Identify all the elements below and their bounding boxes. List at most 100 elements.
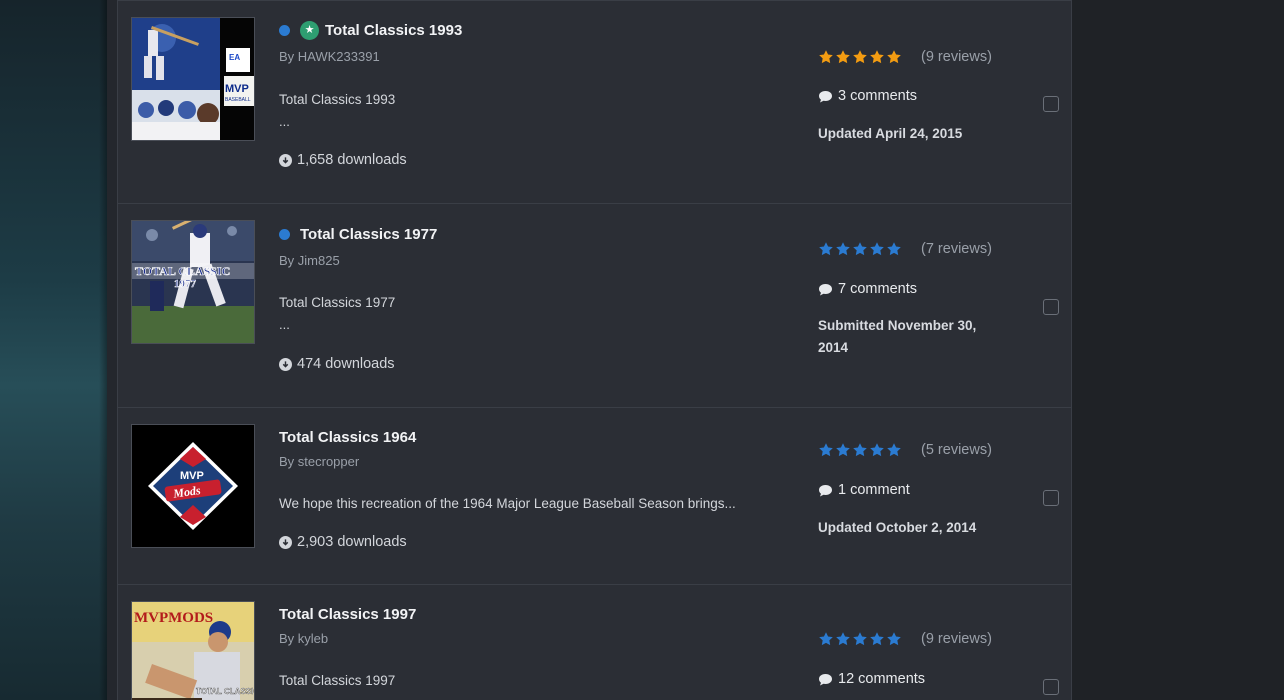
- item-title[interactable]: Total Classics 1964: [279, 429, 416, 446]
- download-list: EA MVP BASEBALL ★ Total Classics 1993 By…: [117, 0, 1072, 700]
- item-comments[interactable]: 12 comments: [818, 671, 925, 687]
- item-author[interactable]: By Jim825: [279, 253, 340, 268]
- item-rating: (9 reviews): [818, 631, 992, 647]
- item-title-line: Total Classics 1977: [279, 226, 437, 243]
- item-select-checkbox[interactable]: [1043, 96, 1059, 112]
- thumbnail-image: EA MVP BASEBALL: [132, 18, 254, 140]
- star-icon: [836, 443, 850, 457]
- item-thumbnail[interactable]: EA MVP BASEBALL: [131, 17, 255, 141]
- t1977-year: 1977: [174, 278, 197, 290]
- star-icon: [836, 50, 850, 64]
- item-downloads-label: 1,658 downloads: [297, 152, 407, 168]
- item-comments-label: 1 comment: [838, 482, 910, 498]
- list-item: MVPMODS TOTAL CLASSICS Total Classics 19…: [118, 585, 1071, 700]
- t1977-banner: TOTAL CLASSIC: [135, 264, 230, 278]
- item-rating: (5 reviews): [818, 442, 992, 458]
- item-date: Updated April 24, 2015: [818, 126, 963, 141]
- item-reviews[interactable]: (5 reviews): [921, 442, 992, 458]
- item-reviews[interactable]: (9 reviews): [921, 49, 992, 65]
- star-icon: [887, 632, 901, 646]
- item-rating: (7 reviews): [818, 241, 992, 257]
- thumbnail-image: MVPMODS TOTAL CLASSICS: [132, 602, 254, 700]
- background-right: [1072, 0, 1284, 700]
- item-comments-label: 12 comments: [838, 671, 926, 687]
- star-icon: [887, 50, 901, 64]
- download-icon: [279, 153, 292, 167]
- rating-stars: [818, 631, 902, 647]
- item-title[interactable]: Total Classics 1997: [279, 606, 416, 623]
- item-downloads: 2,903 downloads: [279, 534, 407, 550]
- item-reviews[interactable]: (7 reviews): [921, 241, 992, 257]
- item-comments[interactable]: 3 comments: [818, 88, 917, 104]
- item-downloads-label: 474 downloads: [297, 356, 395, 372]
- item-author[interactable]: By stecropper: [279, 454, 359, 469]
- star-icon: [887, 443, 901, 457]
- star-icon: [819, 443, 833, 457]
- rating-stars: [818, 49, 902, 65]
- comment-icon: [819, 90, 832, 102]
- t1993-sub-text: BASEBALL: [225, 97, 251, 103]
- item-title-line: ★ Total Classics 1993: [279, 21, 462, 40]
- item-date: Submitted November 30, 2014: [818, 318, 977, 355]
- comment-icon: [819, 283, 832, 295]
- t1993-brand: EA: [229, 53, 240, 62]
- download-icon: [279, 357, 292, 371]
- star-icon: [853, 242, 867, 256]
- t1997-top: MVPMODS: [134, 610, 213, 626]
- thumbnail-image: MVP Mods: [132, 425, 254, 547]
- star-icon: [819, 50, 833, 64]
- list-item: TOTAL CLASSIC 1977 Total Classics 1977 B…: [118, 204, 1071, 408]
- item-author[interactable]: By HAWK233391: [279, 49, 380, 64]
- comment-icon: [819, 484, 832, 496]
- item-comments[interactable]: 7 comments: [818, 281, 917, 297]
- star-icon: [836, 632, 850, 646]
- t1993-logo-text: MVP: [225, 83, 249, 95]
- star-icon: [819, 632, 833, 646]
- star-icon: [836, 242, 850, 256]
- item-select-checkbox[interactable]: [1043, 679, 1059, 695]
- thumbnail-image: TOTAL CLASSIC 1977: [132, 221, 254, 343]
- star-icon: [853, 632, 867, 646]
- star-icon: [870, 443, 884, 457]
- item-select-checkbox[interactable]: [1043, 299, 1059, 315]
- item-rating: (9 reviews): [818, 49, 992, 65]
- featured-star-icon: ★: [300, 21, 319, 40]
- star-icon: [870, 632, 884, 646]
- item-comments[interactable]: 1 comment: [818, 482, 910, 498]
- item-date: Updated October 2, 2014: [818, 520, 977, 535]
- item-title-line: Total Classics 1964: [279, 429, 416, 446]
- item-snippet: Total Classics 1977: [279, 295, 396, 310]
- comment-icon: [819, 673, 832, 685]
- item-downloads: 474 downloads: [279, 356, 395, 372]
- star-icon: [870, 50, 884, 64]
- rating-stars: [818, 241, 902, 257]
- star-icon: [853, 443, 867, 457]
- item-snippet: We hope this recreation of the 1964 Majo…: [279, 496, 736, 511]
- item-comments-label: 3 comments: [838, 88, 917, 104]
- star-icon: [887, 242, 901, 256]
- item-snippet: Total Classics 1997: [279, 673, 396, 688]
- star-icon: [819, 242, 833, 256]
- unread-dot-icon: [279, 25, 290, 36]
- item-thumbnail[interactable]: TOTAL CLASSIC 1977: [131, 220, 255, 344]
- download-icon: [279, 535, 292, 549]
- star-icon: [870, 242, 884, 256]
- item-snippet: Total Classics 1993: [279, 92, 396, 107]
- item-title[interactable]: Total Classics 1977: [300, 226, 437, 243]
- item-reviews[interactable]: (9 reviews): [921, 631, 992, 647]
- star-icon: [853, 50, 867, 64]
- rating-stars: [818, 442, 902, 458]
- item-title[interactable]: Total Classics 1993: [325, 22, 462, 39]
- t1964-logo-top: MVP: [180, 470, 204, 482]
- item-downloads: 1,658 downloads: [279, 152, 407, 168]
- item-comments-label: 7 comments: [838, 281, 917, 297]
- item-snippet-more: ...: [279, 317, 290, 332]
- item-thumbnail[interactable]: MVPMODS TOTAL CLASSICS: [131, 601, 255, 700]
- t1997-bottom: TOTAL CLASSICS: [196, 687, 254, 696]
- list-item: EA MVP BASEBALL ★ Total Classics 1993 By…: [118, 0, 1071, 204]
- item-select-checkbox[interactable]: [1043, 490, 1059, 506]
- item-thumbnail[interactable]: MVP Mods: [131, 424, 255, 548]
- list-item: MVP Mods Total Classics 1964 By stecropp…: [118, 408, 1071, 585]
- item-author[interactable]: By kyleb: [279, 631, 328, 646]
- item-snippet-more: ...: [279, 114, 290, 129]
